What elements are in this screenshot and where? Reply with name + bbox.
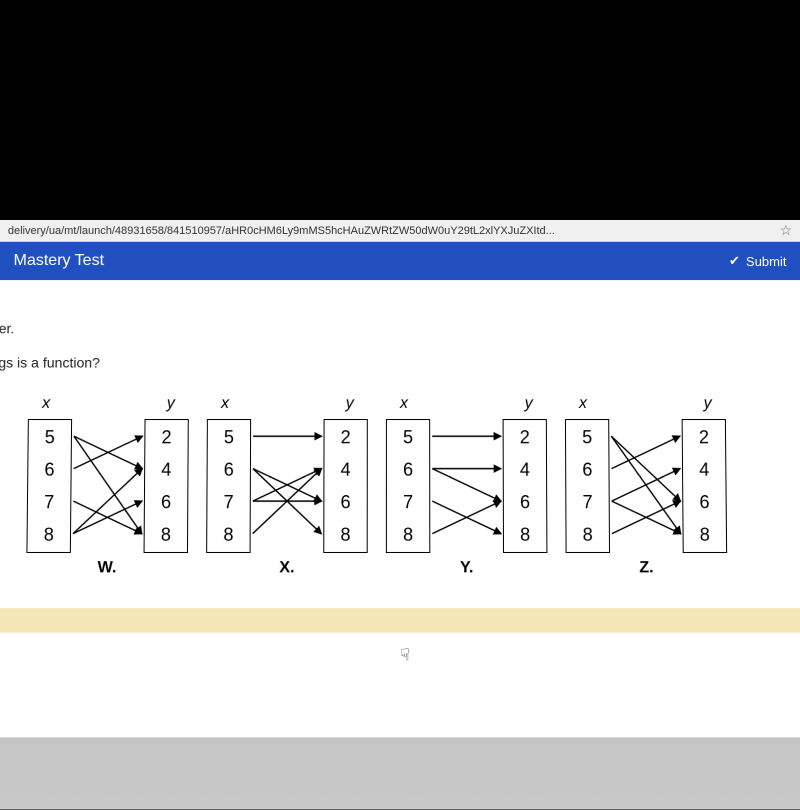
submit-label: Submit	[746, 254, 787, 269]
bookmark-star-icon[interactable]: ☆	[779, 222, 792, 239]
mapping-label-y: Y.	[386, 559, 548, 577]
x-cell: 6	[582, 458, 592, 480]
mapping-x[interactable]: x y 5 6 7 8 2 4 6 8 X.	[206, 395, 368, 578]
app-header: Mastery Test ✔ Submit	[0, 242, 800, 280]
y-cell: 8	[340, 523, 350, 545]
x-cell: 6	[44, 458, 54, 480]
mapping-w[interactable]: x y 5 6 7 8 2 4 6 8 W.	[26, 395, 189, 578]
x-cell: 7	[403, 491, 413, 513]
mapping-z[interactable]: x y 5 6 7 8 2 4 6 8 Z.	[565, 395, 728, 578]
question-text: gs is a function?	[0, 354, 800, 370]
x-cell: 8	[403, 523, 413, 545]
browser-window: delivery/ua/mt/launch/48931658/841510957…	[0, 220, 800, 810]
y-column: 2 4 6 8	[682, 419, 728, 553]
y-column: 2 4 6 8	[503, 419, 548, 553]
x-cell: 5	[403, 426, 413, 448]
page-title: Mastery Test	[13, 252, 104, 270]
y-cell: 8	[520, 523, 530, 545]
hand-cursor-icon: ☟	[400, 645, 410, 665]
y-cell: 6	[699, 491, 709, 513]
black-letterbox	[0, 0, 800, 220]
mapping-label-z: Z.	[566, 559, 728, 577]
y-cell: 4	[520, 458, 530, 480]
x-label: x	[579, 395, 587, 413]
y-cell: 4	[699, 458, 709, 480]
y-cell: 6	[340, 491, 350, 513]
check-icon: ✔	[729, 253, 740, 269]
x-cell: 8	[44, 523, 54, 545]
content-area: er. gs is a function? x y 5 6 7 8 2 4 6	[0, 280, 800, 737]
x-cell: 5	[582, 426, 592, 448]
x-label: x	[42, 395, 50, 413]
mapping-label-x: X.	[206, 559, 368, 577]
instruction-partial-1: er.	[0, 320, 800, 336]
y-cell: 2	[699, 426, 709, 448]
submit-button[interactable]: ✔ Submit	[729, 253, 787, 269]
y-cell: 8	[161, 523, 171, 545]
url-bar[interactable]: delivery/ua/mt/launch/48931658/841510957…	[0, 220, 800, 242]
mappings-row: x y 5 6 7 8 2 4 6 8 W.	[26, 395, 800, 578]
mapping-label-w: W.	[26, 559, 188, 577]
x-label: x	[400, 395, 408, 413]
x-cell: 8	[223, 523, 233, 545]
x-cell: 7	[582, 491, 592, 513]
x-column: 5 6 7 8	[206, 419, 251, 553]
mapping-y[interactable]: x y 5 6 7 8 2 4 6 8 Y.	[386, 395, 548, 578]
y-label: y	[704, 395, 712, 413]
y-cell: 2	[161, 426, 171, 448]
y-cell: 8	[700, 523, 710, 545]
x-label: x	[221, 395, 229, 413]
x-column: 5 6 7 8	[386, 419, 430, 553]
x-cell: 5	[224, 426, 234, 448]
answer-input-bar[interactable]	[0, 608, 800, 633]
y-cell: 2	[341, 426, 351, 448]
x-column: 5 6 7 8	[565, 419, 610, 553]
y-cell: 4	[161, 458, 171, 480]
y-label: y	[167, 395, 175, 413]
y-cell: 4	[341, 458, 351, 480]
y-column: 2 4 6 8	[323, 419, 368, 553]
y-cell: 6	[161, 491, 171, 513]
x-cell: 5	[45, 426, 55, 448]
x-cell: 6	[403, 458, 413, 480]
y-cell: 6	[520, 491, 530, 513]
x-cell: 8	[583, 523, 593, 545]
x-cell: 7	[44, 491, 54, 513]
y-label: y	[525, 395, 533, 413]
y-label: y	[346, 395, 354, 413]
x-column: 5 6 7 8	[26, 419, 72, 553]
y-column: 2 4 6 8	[144, 419, 189, 553]
x-cell: 7	[223, 491, 233, 513]
y-cell: 2	[520, 426, 530, 448]
x-cell: 6	[224, 458, 234, 480]
url-text: delivery/ua/mt/launch/48931658/841510957…	[8, 224, 774, 236]
